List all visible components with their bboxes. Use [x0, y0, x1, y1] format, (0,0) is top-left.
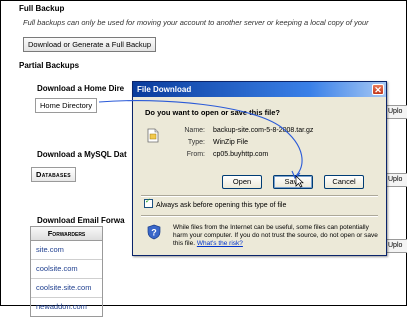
page: Full Backup Full backups can only be use… — [0, 0, 407, 317]
mouse-cursor-icon — [295, 175, 304, 188]
annotation-arrow — [98, 100, 303, 179]
